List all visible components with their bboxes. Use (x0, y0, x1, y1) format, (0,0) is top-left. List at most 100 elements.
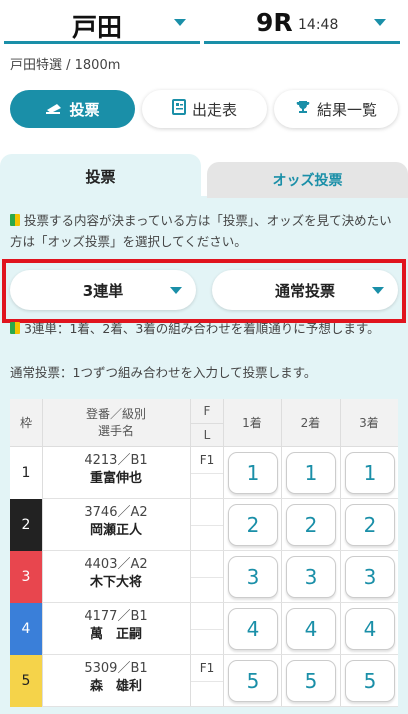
divider (42, 499, 43, 550)
table-header: 枠 登番／級別 選手名 F L 1着 2着 3着 (10, 399, 398, 447)
chevron-down-icon (374, 19, 386, 26)
sanrentan-note: 3連単：1着、2着、3着の組み合わせを着順通りに予想します。 (10, 318, 402, 339)
table-row: 5 5309／B1 森 雄利 F1 555 (10, 655, 398, 707)
waku-cell: 5 (10, 655, 42, 707)
table-row: 1 4213／B1 重富伸也 F1 111 (10, 447, 398, 499)
header-second: 2着 (300, 415, 321, 430)
player-cell: 4177／B1 萬 正嗣 (42, 603, 190, 655)
pick-third-button[interactable]: 2 (345, 504, 395, 546)
player-name: 森 雄利 (89, 679, 142, 694)
pick-first-button[interactable]: 4 (228, 608, 278, 650)
pick-third-button[interactable]: 1 (345, 452, 395, 494)
divider (42, 399, 43, 446)
pick-third-button[interactable]: 4 (345, 608, 395, 650)
header-l: L (191, 423, 223, 447)
l-count (191, 525, 223, 551)
l-count (191, 681, 223, 707)
pick-second-button[interactable]: 2 (286, 504, 336, 546)
player-cell: 4403／A2 木下大将 (42, 551, 190, 603)
pick-first-button[interactable]: 3 (228, 556, 278, 598)
player-name: 重富伸也 (89, 471, 142, 486)
vote-method-value: 通常投票 (274, 281, 335, 300)
player-reg: 3746／A2 (84, 505, 148, 520)
divider (190, 499, 191, 550)
divider (190, 551, 191, 602)
player-cell: 5309／B1 森 雄利 (42, 655, 190, 707)
divider (42, 447, 43, 498)
divider (223, 551, 224, 602)
pick-third-button[interactable]: 3 (345, 556, 395, 598)
entries-icon (171, 99, 186, 119)
pick-first-button[interactable]: 2 (228, 504, 278, 546)
pick-second-button[interactable]: 4 (286, 608, 336, 650)
race-select[interactable]: 9R 14:48 (204, 6, 400, 44)
nav-entries-button[interactable]: 出走表 (142, 90, 267, 128)
divider (281, 551, 282, 602)
fl-cell: F1 (191, 655, 223, 707)
divider (190, 399, 191, 446)
vote-intro-note: 投票する内容が決まっている方は「投票」、オッズを見て決めたい方は「オッズ投票」を… (10, 210, 402, 252)
nav-entries-label: 出走表 (191, 100, 237, 119)
venue-select[interactable]: 戸田 (4, 6, 200, 44)
player-name: 萬 正嗣 (89, 627, 142, 642)
bet-type-select[interactable]: 3連単 (10, 270, 196, 310)
tab-vote[interactable]: 投票 (0, 154, 201, 198)
f-count (191, 603, 223, 629)
race-info: 戸田特選 / 1800m (10, 58, 121, 73)
venue-name: 戸田 (72, 13, 123, 42)
fl-cell (191, 603, 223, 655)
divider (340, 447, 341, 498)
table-row: 2 3746／A2 岡瀬正人 222 (10, 499, 398, 551)
trophy-icon (295, 99, 311, 119)
fl-cell (191, 499, 223, 551)
header-player: 登番／級別 選手名 (85, 407, 146, 438)
pick-first-button[interactable]: 1 (228, 452, 278, 494)
divider (223, 603, 224, 654)
divider (223, 499, 224, 550)
header: 戸田 9R 14:48 (0, 0, 408, 50)
ticket-icon (45, 100, 63, 118)
divider (190, 603, 191, 654)
normal-vote-note: 通常投票：1つずつ組み合わせを入力して投票します。 (10, 365, 317, 380)
nav-results-button[interactable]: 結果一覧 (274, 90, 398, 128)
player-reg: 4177／B1 (84, 609, 148, 624)
pick-first-button[interactable]: 5 (228, 660, 278, 702)
bet-type-value: 3連単 (82, 281, 124, 300)
divider (340, 603, 341, 654)
player-cell: 3746／A2 岡瀬正人 (42, 499, 190, 551)
divider (42, 551, 43, 602)
vote-intro-text: 投票する内容が決まっている方は「投票」、オッズを見て決めたい方は「オッズ投票」を… (10, 213, 392, 249)
header-third: 3着 (359, 415, 379, 430)
divider (281, 447, 282, 498)
divider (340, 551, 341, 602)
player-name: 岡瀬正人 (89, 523, 142, 538)
waku-cell: 4 (10, 603, 42, 655)
header-f: F (203, 403, 211, 418)
pick-second-button[interactable]: 3 (286, 556, 336, 598)
waku-cell: 2 (10, 499, 42, 551)
waku-cell: 1 (10, 447, 42, 499)
chevron-down-icon (174, 19, 186, 26)
entry-table: 枠 登番／級別 選手名 F L 1着 2着 3着 1 4213／B1 重富伸也 … (10, 399, 398, 707)
player-cell: 4213／B1 重富伸也 (42, 447, 190, 499)
nav-results-label: 結果一覧 (316, 100, 377, 119)
vote-method-select[interactable]: 通常投票 (212, 270, 398, 310)
pick-second-button[interactable]: 5 (286, 660, 336, 702)
table-body: 1 4213／B1 重富伸也 F1 1112 3746／A2 岡瀬正人 2223… (10, 447, 398, 707)
nav-vote-label: 投票 (69, 100, 100, 119)
pick-second-button[interactable]: 1 (286, 452, 336, 494)
nav-bar: 投票 出走表 結果一覧 (0, 90, 408, 130)
tab-odds-vote[interactable]: オッズ投票 (207, 162, 408, 198)
divider (340, 655, 341, 706)
divider (223, 655, 224, 706)
table-row: 4 4177／B1 萬 正嗣 444 (10, 603, 398, 655)
divider (190, 655, 191, 706)
nav-vote-button[interactable]: 投票 (10, 90, 135, 128)
fl-cell (191, 551, 223, 603)
l-count (191, 473, 223, 499)
beginner-mark-icon (10, 322, 20, 334)
header-first: 1着 (242, 415, 262, 430)
pick-third-button[interactable]: 5 (345, 660, 395, 702)
divider (190, 447, 191, 498)
f-count (191, 551, 223, 577)
